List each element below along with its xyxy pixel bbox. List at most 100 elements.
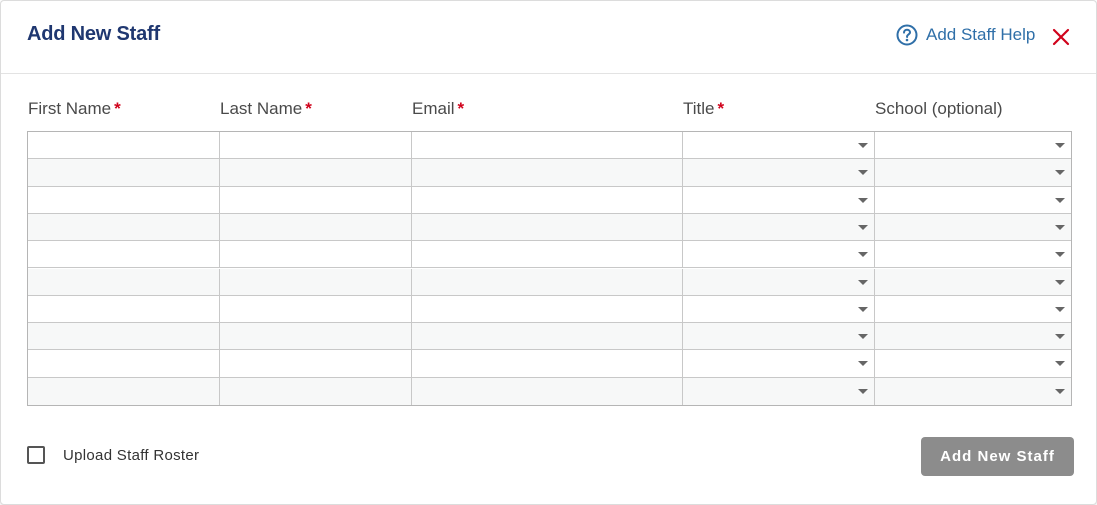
first-name-input[interactable] [28, 186, 220, 213]
last-name-input[interactable] [220, 350, 412, 377]
first-name-input[interactable] [28, 159, 220, 186]
school-select-field[interactable] [875, 295, 1071, 323]
title-select-field[interactable] [683, 186, 874, 213]
last-name-input[interactable] [220, 377, 412, 405]
school-select[interactable] [875, 350, 1071, 377]
school-select[interactable] [875, 241, 1071, 268]
last-name-input-field[interactable] [220, 213, 411, 241]
first-name-input[interactable] [28, 377, 220, 405]
email-input[interactable] [412, 132, 683, 159]
school-select[interactable] [875, 132, 1071, 159]
title-select-field[interactable] [683, 241, 874, 268]
school-select-field[interactable] [875, 268, 1071, 295]
title-select-field[interactable] [683, 213, 874, 241]
email-input-field[interactable] [412, 377, 682, 405]
email-input-field[interactable] [412, 350, 682, 377]
title-select-field[interactable] [683, 268, 874, 295]
email-input[interactable] [412, 295, 683, 323]
close-x-icon[interactable] [1051, 27, 1071, 47]
email-input-field[interactable] [412, 268, 682, 295]
first-name-input-field[interactable] [28, 186, 219, 213]
title-select-field[interactable] [683, 350, 874, 377]
email-input-field[interactable] [412, 159, 682, 186]
email-input-field[interactable] [412, 186, 682, 213]
last-name-input[interactable] [220, 323, 412, 350]
last-name-input-field[interactable] [220, 132, 411, 159]
add-new-staff-button[interactable]: Add New Staff [921, 437, 1074, 476]
first-name-input-field[interactable] [28, 241, 219, 268]
first-name-input[interactable] [28, 213, 220, 241]
email-input[interactable] [412, 213, 683, 241]
email-input[interactable] [412, 186, 683, 213]
last-name-input-field[interactable] [220, 323, 411, 350]
last-name-input-field[interactable] [220, 350, 411, 377]
title-select[interactable] [683, 350, 875, 377]
first-name-input[interactable] [28, 350, 220, 377]
last-name-input-field[interactable] [220, 295, 411, 323]
last-name-input-field[interactable] [220, 268, 411, 295]
title-select[interactable] [683, 377, 875, 405]
first-name-input[interactable] [28, 295, 220, 323]
first-name-input[interactable] [28, 323, 220, 350]
school-select-field[interactable] [875, 377, 1071, 405]
email-input[interactable] [412, 350, 683, 377]
first-name-input[interactable] [28, 268, 220, 295]
last-name-input[interactable] [220, 268, 412, 295]
last-name-input[interactable] [220, 213, 412, 241]
title-select-field[interactable] [683, 159, 874, 186]
last-name-input[interactable] [220, 159, 412, 186]
last-name-input-field[interactable] [220, 241, 411, 268]
title-select[interactable] [683, 323, 875, 350]
last-name-input[interactable] [220, 186, 412, 213]
last-name-input-field[interactable] [220, 159, 411, 186]
email-input-field[interactable] [412, 213, 682, 241]
first-name-input[interactable] [28, 241, 220, 268]
upload-roster-checkbox[interactable] [27, 446, 45, 464]
last-name-input-field[interactable] [220, 377, 411, 405]
title-select-field[interactable] [683, 295, 874, 323]
first-name-input-field[interactable] [28, 213, 219, 241]
email-input-field[interactable] [412, 132, 682, 159]
school-select-field[interactable] [875, 132, 1071, 159]
upload-roster-option[interactable]: Upload Staff Roster [27, 446, 199, 464]
last-name-input-field[interactable] [220, 186, 411, 213]
email-input-field[interactable] [412, 295, 682, 323]
first-name-input-field[interactable] [28, 268, 219, 295]
email-input[interactable] [412, 268, 683, 295]
title-select-field[interactable] [683, 132, 874, 159]
school-select-field[interactable] [875, 213, 1071, 241]
school-select[interactable] [875, 213, 1071, 241]
school-select[interactable] [875, 295, 1071, 323]
email-input-field[interactable] [412, 241, 682, 268]
email-input[interactable] [412, 377, 683, 405]
school-select-field[interactable] [875, 159, 1071, 186]
school-select[interactable] [875, 377, 1071, 405]
title-select[interactable] [683, 295, 875, 323]
school-select[interactable] [875, 186, 1071, 213]
first-name-input-field[interactable] [28, 323, 219, 350]
last-name-input[interactable] [220, 132, 412, 159]
title-select[interactable] [683, 186, 875, 213]
title-select[interactable] [683, 159, 875, 186]
title-select[interactable] [683, 268, 875, 295]
title-select-field[interactable] [683, 323, 874, 350]
last-name-input[interactable] [220, 241, 412, 268]
email-input[interactable] [412, 241, 683, 268]
school-select[interactable] [875, 159, 1071, 186]
add-staff-help-link[interactable]: Add Staff Help [896, 24, 1035, 46]
title-select[interactable] [683, 132, 875, 159]
title-select-field[interactable] [683, 377, 874, 405]
first-name-input-field[interactable] [28, 350, 219, 377]
first-name-input-field[interactable] [28, 132, 219, 159]
email-input[interactable] [412, 323, 683, 350]
email-input[interactable] [412, 159, 683, 186]
school-select-field[interactable] [875, 186, 1071, 213]
school-select[interactable] [875, 268, 1071, 295]
school-select-field[interactable] [875, 323, 1071, 350]
first-name-input[interactable] [28, 132, 220, 159]
first-name-input-field[interactable] [28, 377, 219, 405]
title-select[interactable] [683, 213, 875, 241]
school-select[interactable] [875, 323, 1071, 350]
school-select-field[interactable] [875, 241, 1071, 268]
first-name-input-field[interactable] [28, 159, 219, 186]
